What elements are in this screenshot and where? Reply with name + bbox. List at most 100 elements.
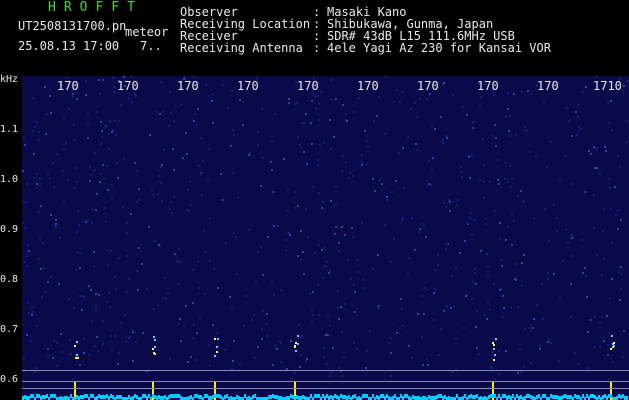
- noise-speck: [564, 155, 566, 157]
- noise-speck: [602, 337, 604, 339]
- noise-speck: [544, 208, 546, 210]
- noise-speck: [138, 188, 140, 190]
- noise-speck: [262, 274, 264, 276]
- noise-speck: [288, 98, 290, 100]
- noise-speck: [515, 263, 517, 265]
- noise-speck: [501, 265, 503, 267]
- noise-speck: [335, 98, 337, 100]
- noise-speck: [493, 94, 495, 96]
- noise-speck: [28, 250, 30, 252]
- noise-speck: [314, 252, 316, 254]
- header-panel: HROFFT UT2508131700.pn meteor 25.08.13 1…: [0, 0, 629, 76]
- noise-speck: [386, 199, 388, 201]
- noise-speck: [474, 268, 476, 270]
- noise-speck: [425, 236, 427, 238]
- noise-speck: [340, 371, 342, 373]
- noise-speck: [260, 185, 262, 187]
- noise-speck: [511, 178, 513, 180]
- noise-speck: [520, 190, 522, 192]
- noise-speck: [77, 210, 79, 212]
- noise-speck: [260, 246, 262, 248]
- noise-speck: [38, 139, 40, 141]
- meteor-echo: [297, 343, 299, 345]
- noise-speck: [449, 201, 451, 203]
- noise-speck: [165, 298, 167, 300]
- noise-speck: [128, 97, 130, 99]
- noise-speck: [553, 273, 555, 275]
- noise-speck: [45, 133, 47, 135]
- noise-speck: [442, 84, 444, 86]
- noise-speck: [527, 90, 529, 92]
- noise-speck: [343, 356, 345, 358]
- noise-speck: [50, 112, 52, 114]
- noise-speck: [87, 123, 89, 125]
- noise-speck: [483, 164, 485, 166]
- noise-speck: [445, 206, 447, 208]
- noise-speck: [27, 302, 29, 304]
- noise-speck: [335, 186, 337, 188]
- noise-speck: [340, 306, 342, 308]
- noise-speck: [419, 228, 421, 230]
- meteor-echo: [493, 348, 495, 350]
- noise-speck: [136, 270, 138, 272]
- noise-speck: [160, 182, 162, 184]
- noise-speck: [120, 104, 122, 106]
- noise-speck: [195, 124, 197, 126]
- noise-speck: [298, 337, 300, 339]
- noise-speck: [349, 172, 351, 174]
- noise-speck: [245, 295, 247, 297]
- noise-speck: [361, 164, 363, 166]
- noise-speck: [232, 360, 234, 362]
- datetime: 25.08.13 17:00: [18, 39, 120, 53]
- noise-speck: [523, 254, 525, 256]
- noise-speck: [294, 372, 296, 374]
- noise-speck: [585, 86, 587, 88]
- noise-speck: [341, 331, 343, 333]
- noise-speck: [472, 127, 474, 129]
- noise-speck: [123, 158, 125, 160]
- noise-speck: [55, 219, 57, 221]
- noise-speck: [327, 315, 329, 317]
- noise-speck: [548, 240, 550, 242]
- noise-speck: [418, 231, 420, 233]
- noise-speck: [130, 213, 132, 215]
- noise-speck: [617, 228, 619, 230]
- noise-speck: [322, 201, 324, 203]
- noise-speck: [136, 201, 138, 203]
- noise-speck: [553, 204, 555, 206]
- noise-speck: [535, 155, 537, 157]
- noise-speck: [46, 113, 48, 115]
- noise-speck: [106, 125, 108, 127]
- noise-speck: [152, 194, 154, 196]
- noise-speck: [272, 191, 274, 193]
- noise-speck: [550, 141, 552, 143]
- x-tick-label: 170: [417, 79, 439, 93]
- noise-speck: [623, 330, 625, 332]
- noise-speck: [55, 226, 57, 228]
- noise-speck: [357, 271, 359, 273]
- noise-speck: [456, 204, 458, 206]
- noise-speck: [209, 365, 211, 367]
- noise-speck: [414, 102, 416, 104]
- noise-speck: [491, 135, 493, 137]
- x-tick-label: 170: [477, 79, 499, 93]
- noise-speck: [472, 121, 474, 123]
- noise-speck: [333, 136, 335, 138]
- noise-speck: [353, 111, 355, 113]
- noise-speck: [116, 162, 118, 164]
- noise-speck: [341, 226, 343, 228]
- noise-speck: [300, 354, 302, 356]
- noise-speck: [321, 249, 323, 251]
- noise-speck: [401, 308, 403, 310]
- noise-speck: [499, 289, 501, 291]
- noise-speck: [185, 132, 187, 134]
- noise-speck: [186, 153, 188, 155]
- spectrogram-plot[interactable]: [22, 76, 629, 400]
- noise-speck: [229, 296, 231, 298]
- noise-speck: [76, 181, 78, 183]
- noise-speck: [599, 345, 601, 347]
- noise-speck: [455, 338, 457, 340]
- noise-speck: [626, 120, 628, 122]
- noise-speck: [421, 295, 423, 297]
- noise-speck: [173, 120, 175, 122]
